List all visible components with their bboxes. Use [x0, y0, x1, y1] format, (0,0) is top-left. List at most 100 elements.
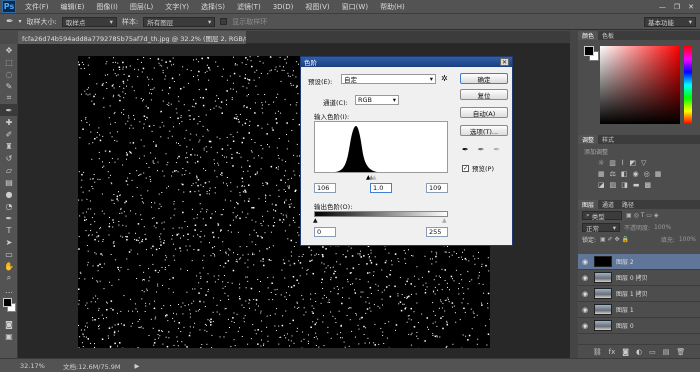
menu-3d[interactable]: 3D(D) [267, 3, 300, 11]
threshold-icon[interactable]: ◨ [621, 181, 628, 189]
preview-checkbox[interactable]: ✓ [462, 164, 469, 172]
menu-edit[interactable]: 编辑(E) [55, 2, 91, 12]
menu-file[interactable]: 文件(F) [19, 2, 55, 12]
input-slider-track[interactable]: ▲ ▲ ▲ [314, 174, 448, 181]
color-picker-field[interactable] [600, 46, 680, 124]
quick-mask-icon[interactable]: ◙ [0, 318, 18, 330]
curves-icon[interactable]: ⌇ [621, 159, 624, 167]
eraser-tool-icon[interactable]: ▱ [0, 164, 18, 176]
visibility-eye-icon[interactable]: ◉ [578, 258, 592, 266]
minimize-button[interactable]: — [659, 3, 666, 11]
output-black-slider[interactable]: ▲ [313, 217, 318, 224]
blend-mode-select[interactable]: 正常 ▾ [582, 223, 620, 233]
menu-window[interactable]: 窗口(W) [336, 2, 374, 12]
extra-tools-icon[interactable]: … [0, 284, 18, 296]
preset-select[interactable]: 自定 ▾ [341, 74, 436, 84]
lasso-tool-icon[interactable]: ◌ [0, 68, 18, 80]
bw-icon[interactable]: ◧ [621, 170, 628, 178]
history-brush-tool-icon[interactable]: ↺ [0, 152, 18, 164]
status-arrow-icon[interactable]: ▶ [135, 362, 140, 370]
dialog-close-button[interactable]: ✕ [500, 58, 509, 66]
menu-image[interactable]: 图像(I) [90, 2, 124, 12]
menu-layer[interactable]: 图层(L) [124, 2, 159, 12]
vibrance-icon[interactable]: ▽ [641, 159, 646, 167]
ok-button[interactable]: 确定 [460, 73, 508, 84]
menu-filter[interactable]: 滤镜(T) [231, 2, 267, 12]
zoom-level[interactable]: 32.17% [0, 362, 45, 370]
delete-layer-icon[interactable]: 🗑 [676, 348, 685, 356]
tab-color[interactable]: 颜色 [578, 31, 599, 40]
eyedropper-icon[interactable]: ✒ [6, 17, 14, 27]
stamp-tool-icon[interactable]: ♜ [0, 140, 18, 152]
tab-layers[interactable]: 图层 [578, 200, 599, 209]
gradient-map-icon[interactable]: ▬ [633, 181, 640, 189]
foreground-swatch[interactable] [584, 46, 594, 56]
type-tool-icon[interactable]: T [0, 224, 18, 236]
sample-size-select[interactable]: 取样点 ▾ [61, 16, 117, 27]
selective-color-icon[interactable]: ▩ [645, 181, 652, 189]
output-black-field[interactable]: 0 [314, 227, 336, 237]
posterize-icon[interactable]: ▨ [610, 181, 617, 189]
visibility-eye-icon[interactable]: ◉ [578, 306, 592, 314]
filter-icons[interactable]: ▣ ◎ T ▭ ◈ [626, 212, 658, 219]
reset-button[interactable]: 复位 [460, 89, 508, 100]
move-tool-icon[interactable]: ✥ [0, 44, 18, 56]
options-button[interactable]: 选项(T)... [460, 125, 508, 136]
workspace-select[interactable]: 基本功能 ▾ [644, 16, 696, 27]
sample-select[interactable]: 所有图层 ▾ [143, 16, 216, 27]
tab-swatches[interactable]: 色板 [598, 31, 618, 40]
document-tab[interactable]: fcfa26d74b594add8a7792785b75af7d_th.jpg … [18, 31, 246, 44]
hue-sat-icon[interactable]: ▦ [598, 170, 605, 178]
layer-row-0[interactable]: ◉ 图层 0 [578, 318, 700, 334]
blur-tool-icon[interactable]: ● [0, 188, 18, 200]
tab-adjustments[interactable]: 调整 [578, 135, 599, 144]
path-select-tool-icon[interactable]: ➤ [0, 236, 18, 248]
eyedropper-tool-icon[interactable]: ✒ [0, 104, 18, 116]
levels-icon[interactable]: ▥ [609, 159, 616, 167]
menu-help[interactable]: 帮助(H) [374, 2, 411, 12]
output-white-field[interactable]: 255 [426, 227, 448, 237]
color-balance-icon[interactable]: ⚖ [610, 170, 616, 178]
layer-row-1[interactable]: ◉ 图层 1 [578, 302, 700, 318]
new-group-icon[interactable]: ▭ [649, 348, 656, 356]
layer-row-0-copy[interactable]: ◉ 图层 0 拷贝 [578, 270, 700, 286]
color-swatches[interactable] [0, 296, 17, 318]
lock-icons[interactable]: ▣ ✐ ✥ 🔒 [600, 236, 629, 243]
new-layer-icon[interactable]: ▤ [663, 348, 670, 356]
hue-slider[interactable] [684, 46, 692, 124]
zoom-tool-icon[interactable]: ⌕ [0, 272, 18, 284]
input-white-slider[interactable]: ▲ [372, 174, 377, 181]
black-point-eyedropper-icon[interactable]: ✒ [462, 145, 469, 154]
shape-tool-icon[interactable]: ▭ [0, 248, 18, 260]
menu-select[interactable]: 选择(S) [195, 2, 231, 12]
auto-button[interactable]: 自动(A) [460, 107, 508, 118]
new-adjustment-icon[interactable]: ◐ [636, 348, 642, 356]
hand-tool-icon[interactable]: ✋ [0, 260, 18, 272]
quick-select-tool-icon[interactable]: ✎ [0, 80, 18, 92]
tool-preset-arrow-icon[interactable]: ▾ [19, 18, 22, 25]
fx-icon[interactable]: fx [609, 348, 616, 356]
menu-view[interactable]: 视图(V) [299, 2, 335, 12]
white-point-eyedropper-icon[interactable]: ✒ [493, 145, 500, 154]
marquee-tool-icon[interactable]: ⬚ [0, 56, 18, 68]
visibility-eye-icon[interactable]: ◉ [578, 322, 592, 330]
photo-filter-icon[interactable]: ◉ [633, 170, 639, 178]
visibility-eye-icon[interactable]: ◉ [578, 274, 592, 282]
visibility-eye-icon[interactable]: ◉ [578, 290, 592, 298]
tab-paths[interactable]: 路径 [618, 200, 638, 209]
preset-options-gear-icon[interactable]: ✲ [441, 74, 448, 83]
fill-value[interactable]: 100% [679, 236, 696, 243]
screen-mode-icon[interactable]: ▣ [0, 330, 18, 342]
link-layers-icon[interactable]: ⛓ [593, 348, 602, 356]
dodge-tool-icon[interactable]: ◔ [0, 200, 18, 212]
output-white-slider[interactable]: ▲ [442, 217, 447, 224]
show-ring-checkbox[interactable] [220, 18, 228, 25]
tab-channels[interactable]: 通道 [598, 200, 618, 209]
exposure-icon[interactable]: ◩ [629, 159, 636, 167]
brush-tool-icon[interactable]: ✐ [0, 128, 18, 140]
gray-point-eyedropper-icon[interactable]: ✒ [478, 145, 485, 154]
invert-icon[interactable]: ◪ [598, 181, 605, 189]
dialog-titlebar[interactable]: 色阶 ✕ [301, 57, 512, 67]
pen-tool-icon[interactable]: ✒ [0, 212, 18, 224]
crop-tool-icon[interactable]: ⌗ [0, 92, 18, 104]
